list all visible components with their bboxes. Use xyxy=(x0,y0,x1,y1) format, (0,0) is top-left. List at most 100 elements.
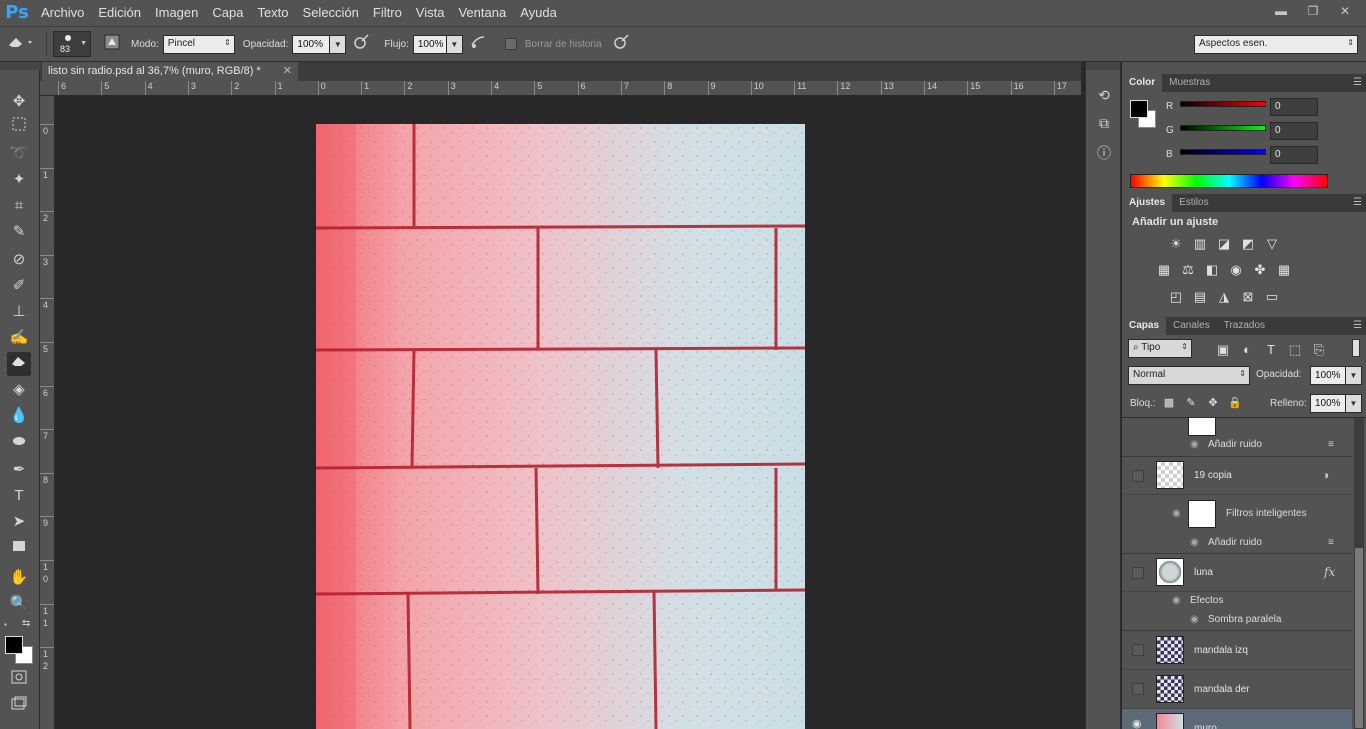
eraser-preset-icon[interactable] xyxy=(0,33,40,56)
effects-row[interactable]: ◉ Efectos xyxy=(1122,592,1352,610)
quick-mask-icon[interactable] xyxy=(7,668,31,692)
layer-row[interactable]: mandala der xyxy=(1122,670,1352,709)
borrar-historia-checkbox[interactable] xyxy=(504,38,517,50)
photo-filter-icon[interactable]: ◉ xyxy=(1226,260,1246,280)
flujo-dropdown[interactable]: ▼ xyxy=(446,34,463,54)
layer-visibility-toggle[interactable] xyxy=(1132,683,1144,695)
properties-panel-icon[interactable]: ⧉ xyxy=(1093,112,1115,134)
tablet-pressure-opacity-icon[interactable] xyxy=(346,33,376,56)
airbrush-icon[interactable] xyxy=(463,33,493,56)
tablet-pressure-size-icon[interactable] xyxy=(606,33,636,56)
invert-icon[interactable]: ◰ xyxy=(1166,287,1186,307)
color-balance-icon[interactable]: ⚖ xyxy=(1178,260,1198,280)
document-tab[interactable]: listo sin radio.psd al 36,7% (muro, RGB/… xyxy=(42,62,298,81)
layer-row-selected[interactable]: ◉ muro xyxy=(1122,709,1352,729)
fx-icon[interactable]: fx xyxy=(1324,565,1335,579)
move-tool-icon[interactable]: ✥ xyxy=(7,90,31,114)
filter-adjustment-icon[interactable]: ◐ xyxy=(1238,340,1256,358)
close-icon[interactable]: ✕ xyxy=(283,62,292,81)
filter-options-icon[interactable]: ≡ xyxy=(1328,537,1334,548)
default-colors-icon[interactable]: ▪ xyxy=(4,620,7,629)
gradient-map-icon[interactable]: ▭ xyxy=(1262,287,1282,307)
fill-dropdown[interactable]: ▼ xyxy=(1346,394,1362,413)
tab-capas[interactable]: Capas xyxy=(1122,317,1167,335)
color-lookup-icon[interactable]: ▦ xyxy=(1274,260,1294,280)
sub-filter-row[interactable]: ◉ Añadir ruido ≡ xyxy=(1122,436,1352,454)
vibrance-icon[interactable]: ▽ xyxy=(1262,234,1282,254)
eye-icon[interactable]: ◉ xyxy=(1190,537,1199,548)
panel-menu-icon[interactable]: ☰ xyxy=(1353,194,1362,212)
posterize-icon[interactable]: ▤ xyxy=(1190,287,1210,307)
menu-imagen[interactable]: Imagen xyxy=(148,0,205,26)
restore-button[interactable]: ❐ xyxy=(1300,2,1326,20)
crop-tool-icon[interactable]: ⌗ xyxy=(7,194,31,218)
r-slider[interactable] xyxy=(1180,101,1266,107)
blur-tool-icon[interactable]: 💧 xyxy=(7,404,31,428)
layer-visibility-toggle[interactable] xyxy=(1132,644,1144,656)
menu-ayuda[interactable]: Ayuda xyxy=(513,0,564,26)
layer-filter-toggle[interactable] xyxy=(1352,339,1360,357)
tab-canales[interactable]: Canales xyxy=(1166,317,1217,335)
tab-color[interactable]: Color xyxy=(1122,74,1163,92)
eye-icon[interactable]: ◉ xyxy=(1190,439,1199,450)
r-value-input[interactable]: 0 xyxy=(1270,98,1318,116)
color-fg-swatch[interactable] xyxy=(1130,100,1148,118)
channel-mixer-icon[interactable]: ✤ xyxy=(1250,260,1270,280)
eye-icon[interactable]: ◉ xyxy=(1132,717,1142,729)
history-brush-tool-icon[interactable]: ✍ xyxy=(7,326,31,350)
close-button[interactable]: ✕ xyxy=(1332,2,1358,20)
panel-menu-icon[interactable]: ☰ xyxy=(1353,317,1362,335)
smart-filters-row[interactable]: ◉ Filtros inteligentes xyxy=(1122,496,1352,534)
menu-seleccion[interactable]: Selección xyxy=(296,0,366,26)
swap-colors-icon[interactable]: ⇆ xyxy=(22,618,30,629)
dock-grip[interactable] xyxy=(1086,62,1120,70)
eraser-tool-icon[interactable] xyxy=(7,352,31,376)
eye-icon[interactable]: ◉ xyxy=(1172,595,1181,606)
menu-filtro[interactable]: Filtro xyxy=(366,0,409,26)
g-slider[interactable] xyxy=(1180,125,1266,131)
tab-ajustes[interactable]: Ajustes xyxy=(1122,194,1173,212)
tab-muestras[interactable]: Muestras xyxy=(1162,74,1217,92)
history-panel-icon[interactable]: ⟲ xyxy=(1093,84,1115,106)
flujo-input[interactable]: 100% xyxy=(412,34,447,54)
brightness-icon[interactable]: ☀ xyxy=(1166,234,1186,254)
brush-panel-icon[interactable] xyxy=(101,34,123,55)
toolbar-grip[interactable] xyxy=(0,62,40,70)
lasso-tool-icon[interactable]: ➰ xyxy=(7,142,31,166)
marquee-tool-icon[interactable] xyxy=(7,116,31,140)
layer-visibility-toggle[interactable] xyxy=(1132,470,1144,482)
layer-opacity-input[interactable]: 100% xyxy=(1310,366,1346,385)
g-value-input[interactable]: 0 xyxy=(1270,122,1318,140)
menu-ventana[interactable]: Ventana xyxy=(451,0,513,26)
tab-trazados[interactable]: Trazados xyxy=(1217,317,1272,335)
path-selection-tool-icon[interactable]: ➤ xyxy=(7,510,31,534)
levels-icon[interactable]: ▥ xyxy=(1190,234,1210,254)
filter-smart-object-icon[interactable]: ⎘ xyxy=(1310,340,1328,358)
layer-visibility-toggle[interactable] xyxy=(1132,567,1144,579)
layer-row[interactable]: 19 copia ◑ xyxy=(1122,457,1352,495)
fill-input[interactable]: 100% xyxy=(1310,394,1346,413)
eye-icon[interactable]: ◉ xyxy=(1172,508,1181,519)
lock-pixels-icon[interactable]: ✎ xyxy=(1184,396,1198,410)
healing-brush-tool-icon[interactable]: ⊘ xyxy=(7,248,31,272)
magic-wand-tool-icon[interactable]: ✦ xyxy=(7,168,31,192)
document-canvas[interactable] xyxy=(316,124,805,729)
rectangle-tool-icon[interactable] xyxy=(7,536,31,560)
menu-texto[interactable]: Texto xyxy=(250,0,295,26)
filter-options-icon[interactable]: ≡ xyxy=(1328,439,1334,450)
clone-stamp-tool-icon[interactable]: ⊥ xyxy=(7,300,31,324)
hand-tool-icon[interactable]: ✋ xyxy=(7,566,31,590)
tab-estilos[interactable]: Estilos xyxy=(1172,194,1215,212)
b-value-input[interactable]: 0 xyxy=(1270,146,1318,164)
selective-color-icon[interactable]: ⊠ xyxy=(1238,287,1258,307)
curves-icon[interactable]: ◪ xyxy=(1214,234,1234,254)
lock-transparency-icon[interactable]: ▩ xyxy=(1162,396,1176,410)
exposure-icon[interactable]: ◩ xyxy=(1238,234,1258,254)
color-spectrum-bar[interactable] xyxy=(1130,174,1328,188)
pen-tool-icon[interactable]: ✒ xyxy=(7,458,31,482)
filter-pixel-icon[interactable]: ▣ xyxy=(1214,340,1232,358)
layers-scrollbar[interactable] xyxy=(1354,418,1364,729)
lock-all-icon[interactable]: 🔒 xyxy=(1228,396,1242,410)
modo-select[interactable]: Pincel ⇕ xyxy=(162,34,235,54)
menu-vista[interactable]: Vista xyxy=(409,0,452,26)
